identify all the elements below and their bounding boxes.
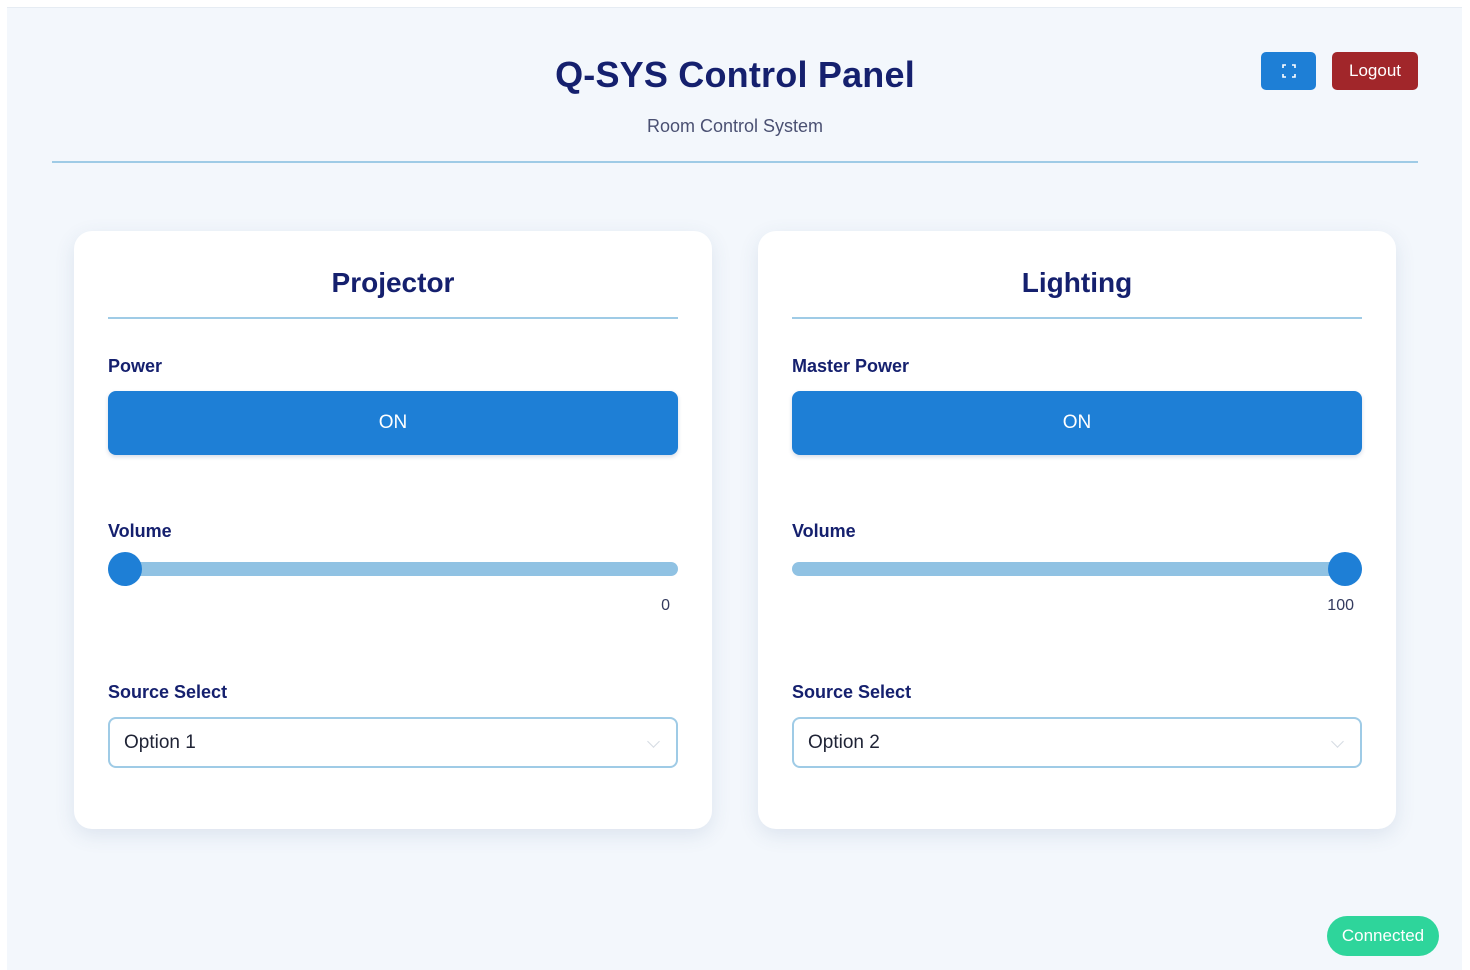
fullscreen-button[interactable]	[1261, 52, 1316, 90]
chevron-down-icon	[1331, 735, 1344, 748]
volume-value: 0	[661, 597, 670, 614]
connection-status-badge: Connected	[1327, 916, 1439, 956]
source-select-value: Option 1	[124, 732, 196, 753]
volume-label: Volume	[792, 521, 856, 541]
source-select-label: Source Select	[108, 682, 228, 702]
page-title: Q-SYS Control Panel	[555, 54, 915, 95]
projector-source-select[interactable]: Option 1	[108, 717, 678, 768]
page-subtitle: Room Control System	[646, 116, 824, 136]
projector-volume-slider[interactable]	[108, 552, 678, 586]
slider-track	[108, 562, 678, 576]
card-title: Lighting	[1021, 267, 1133, 298]
volume-value: 100	[1327, 597, 1354, 614]
slider-thumb[interactable]	[1328, 552, 1362, 586]
card-divider	[108, 317, 678, 319]
page: Q-SYS Control Panel Room Control System …	[7, 7, 1462, 970]
volume-label: Volume	[108, 521, 172, 541]
header: Q-SYS Control Panel Room Control System …	[52, 8, 1418, 163]
lighting-source-select[interactable]: Option 2	[792, 717, 1362, 768]
lighting-power-button[interactable]: ON	[792, 391, 1362, 455]
projector-card: Projector Power ON Volume 0 Source Selec…	[74, 231, 712, 829]
power-label: Power	[108, 356, 163, 376]
chevron-down-icon	[647, 735, 660, 748]
lighting-volume-slider[interactable]	[792, 552, 1362, 586]
card-divider	[792, 317, 1362, 319]
lighting-card: Lighting Master Power ON Volume 100 Sour…	[758, 231, 1396, 829]
source-select-label: Source Select	[792, 682, 912, 702]
slider-track	[792, 562, 1362, 576]
source-select-value: Option 2	[808, 732, 880, 753]
projector-power-button[interactable]: ON	[108, 391, 678, 455]
fullscreen-icon	[1281, 64, 1296, 78]
card-title: Projector	[331, 267, 455, 298]
master-power-label: Master Power	[792, 356, 910, 376]
slider-thumb[interactable]	[108, 552, 142, 586]
logout-button[interactable]: Logout	[1332, 52, 1418, 90]
